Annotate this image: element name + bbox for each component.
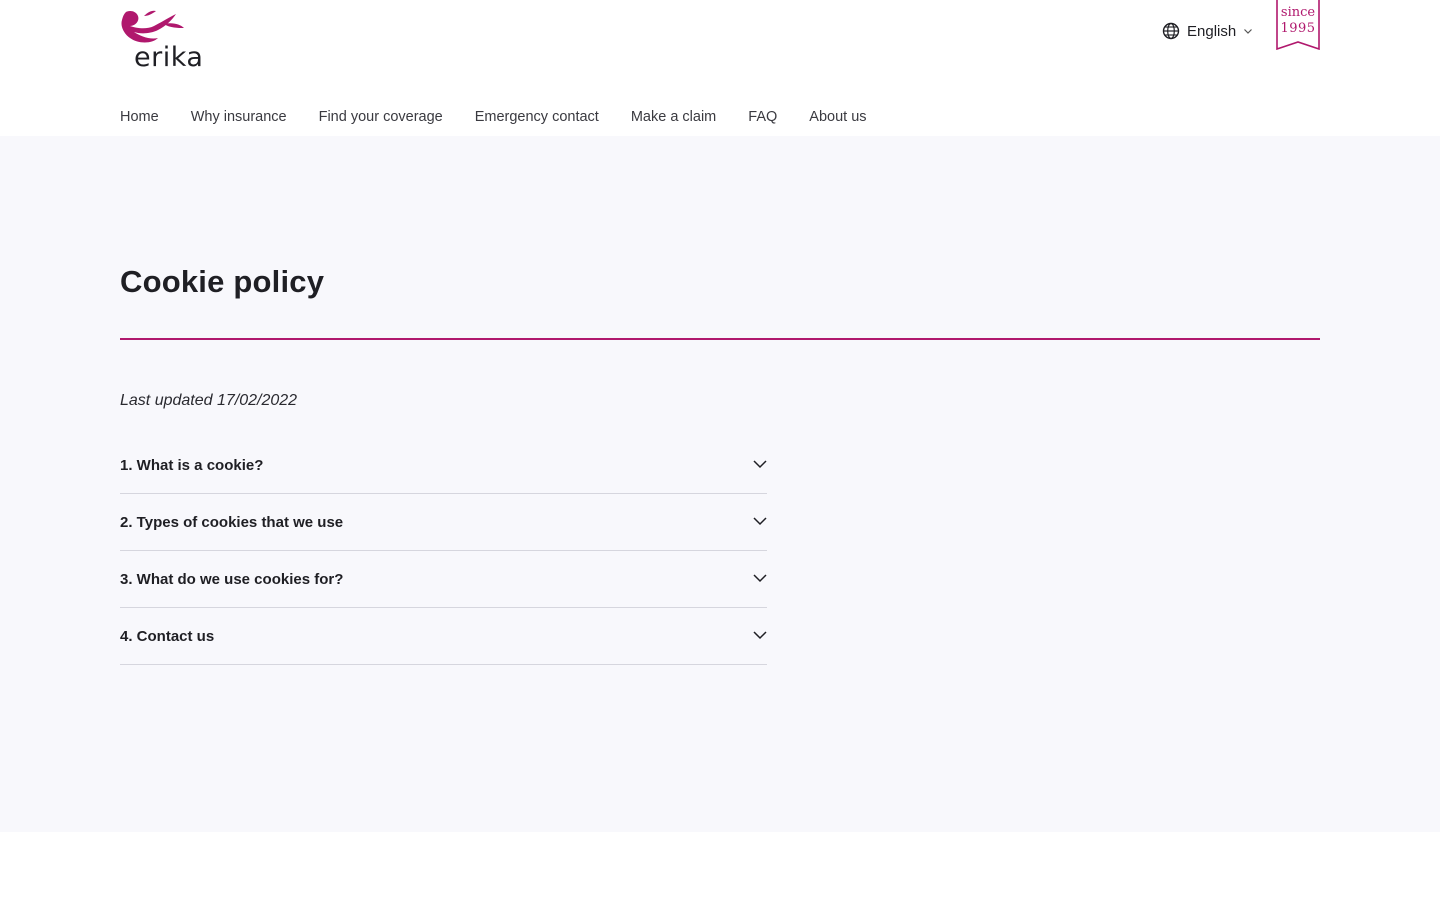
chevron-down-icon — [753, 460, 767, 469]
accordion-item-label: 1. What is a cookie? — [120, 457, 264, 474]
accordion-item-label: 3. What do we use cookies for? — [120, 571, 344, 588]
language-label: English — [1187, 22, 1237, 40]
page-title: Cookie policy — [120, 264, 325, 299]
badge-year-text: 1995 — [1280, 21, 1316, 36]
cookie-policy-accordion: 1. What is a cookie? 2. Types of cookies… — [120, 437, 767, 665]
nav-home[interactable]: Home — [120, 109, 159, 125]
nav-faq[interactable]: FAQ — [748, 109, 777, 125]
chevron-down-icon — [1244, 29, 1253, 34]
logo-wordmark: erika — [134, 42, 204, 73]
chevron-down-icon — [753, 574, 767, 583]
badge-since-text: since — [1280, 5, 1316, 20]
site-header: erika English since 1995 Home Why insura… — [0, 0, 1440, 136]
nav-why-insurance[interactable]: Why insurance — [191, 109, 287, 125]
globe-icon — [1162, 22, 1180, 40]
nav-about-us[interactable]: About us — [809, 109, 866, 125]
nav-emergency-contact[interactable]: Emergency contact — [475, 109, 599, 125]
accordion-item-label: 2. Types of cookies that we use — [120, 514, 344, 531]
chevron-down-icon — [753, 631, 767, 640]
accordion-item-what-is-a-cookie[interactable]: 1. What is a cookie? — [120, 437, 767, 494]
nav-make-a-claim[interactable]: Make a claim — [631, 109, 716, 125]
since-1995-badge: since 1995 — [1276, 0, 1320, 50]
language-selector[interactable]: English — [1162, 20, 1253, 42]
last-updated-text: Last updated 17/02/2022 — [120, 392, 298, 409]
accordion-item-what-do-we-use-cookies-for[interactable]: 3. What do we use cookies for? — [120, 551, 767, 608]
main-content: Cookie policy Last updated 17/02/2022 1.… — [0, 136, 1440, 832]
accordion-item-types-of-cookies[interactable]: 2. Types of cookies that we use — [120, 494, 767, 551]
title-divider — [120, 338, 1320, 340]
accordion-item-label: 4. Contact us — [120, 628, 215, 645]
chevron-down-icon — [753, 517, 767, 526]
erika-logo[interactable]: erika — [120, 8, 204, 74]
accordion-item-contact-us[interactable]: 4. Contact us — [120, 608, 767, 665]
nav-find-your-coverage[interactable]: Find your coverage — [319, 109, 443, 125]
main-nav: Home Why insurance Find your coverage Em… — [120, 106, 899, 128]
